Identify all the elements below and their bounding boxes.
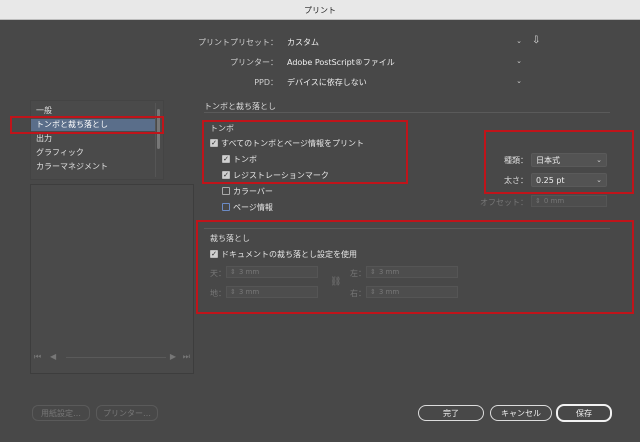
section-divider: [204, 112, 610, 113]
preset-label: プリントプリセット：: [198, 38, 278, 47]
sidebar-item-graphics[interactable]: グラフィック: [31, 147, 155, 159]
printer-label: プリンター：: [230, 58, 278, 67]
cancel-button[interactable]: キャンセル: [490, 405, 552, 421]
chevron-down-icon: ⌄: [516, 77, 522, 85]
sidebar-scrollbar[interactable]: [155, 103, 161, 177]
preset-value: カスタム: [287, 37, 319, 47]
chevron-down-icon: ⌄: [516, 37, 522, 45]
checkbox-unchecked-icon: [222, 203, 230, 211]
title-bar: プリント: [0, 0, 640, 20]
save-button[interactable]: 保存: [556, 404, 612, 422]
chevron-down-icon: ⌄: [516, 57, 522, 65]
category-list[interactable]: 一般 トンボと裁ち落とし 出力 グラフィック カラーマネジメント: [30, 100, 164, 180]
printer-value: Adobe PostScript®ファイル: [287, 57, 395, 67]
ppd-value: デバイスに依存しない: [287, 77, 367, 87]
page-setup-button[interactable]: 用紙設定…: [32, 405, 90, 421]
printer-select[interactable]: Adobe PostScript®ファイル ⌄: [283, 55, 526, 69]
sidebar-item-color-management[interactable]: カラーマネジメント: [31, 161, 155, 173]
highlight-sidebar-selection: [10, 116, 164, 134]
prev-page-icon[interactable]: ◀: [50, 352, 56, 361]
page-info-checkbox[interactable]: ページ情報: [222, 201, 273, 213]
highlight-bleed-section: [196, 220, 634, 314]
done-button[interactable]: 完了: [418, 405, 484, 421]
section-title: トンボと裁ち落とし: [204, 102, 276, 111]
offset-label: オフセット：: [480, 198, 528, 207]
color-bars-label: カラーバー: [233, 186, 273, 196]
print-preview: [30, 184, 194, 374]
last-page-icon[interactable]: ⏭: [183, 352, 190, 362]
offset-field[interactable]: ⇕ 0 mm: [531, 195, 607, 207]
offset-value: 0 mm: [543, 197, 565, 205]
checkbox-unchecked-icon: [222, 187, 230, 195]
first-page-icon[interactable]: ⏮: [34, 352, 41, 362]
ppd-label: PPD：: [254, 78, 278, 87]
window-title: プリント: [304, 6, 336, 15]
next-page-icon[interactable]: ▶: [170, 352, 176, 361]
sidebar-item-output[interactable]: 出力: [31, 133, 155, 145]
color-bars-checkbox[interactable]: カラーバー: [222, 185, 273, 197]
highlight-type-weight: [484, 130, 634, 194]
ppd-select[interactable]: デバイスに依存しない ⌄: [283, 75, 526, 89]
preset-select[interactable]: カスタム ⌄: [283, 35, 526, 49]
save-preset-icon[interactable]: ⇩: [532, 35, 544, 47]
page-info-label: ページ情報: [233, 202, 273, 212]
highlight-marks-options: [202, 120, 408, 184]
preview-navigation[interactable]: ⏮ ◀ ▶ ⏭: [30, 352, 194, 364]
page-slider[interactable]: [66, 357, 166, 358]
printer-button[interactable]: プリンター…: [96, 405, 158, 421]
stepper-icon: ⇕: [535, 197, 541, 205]
